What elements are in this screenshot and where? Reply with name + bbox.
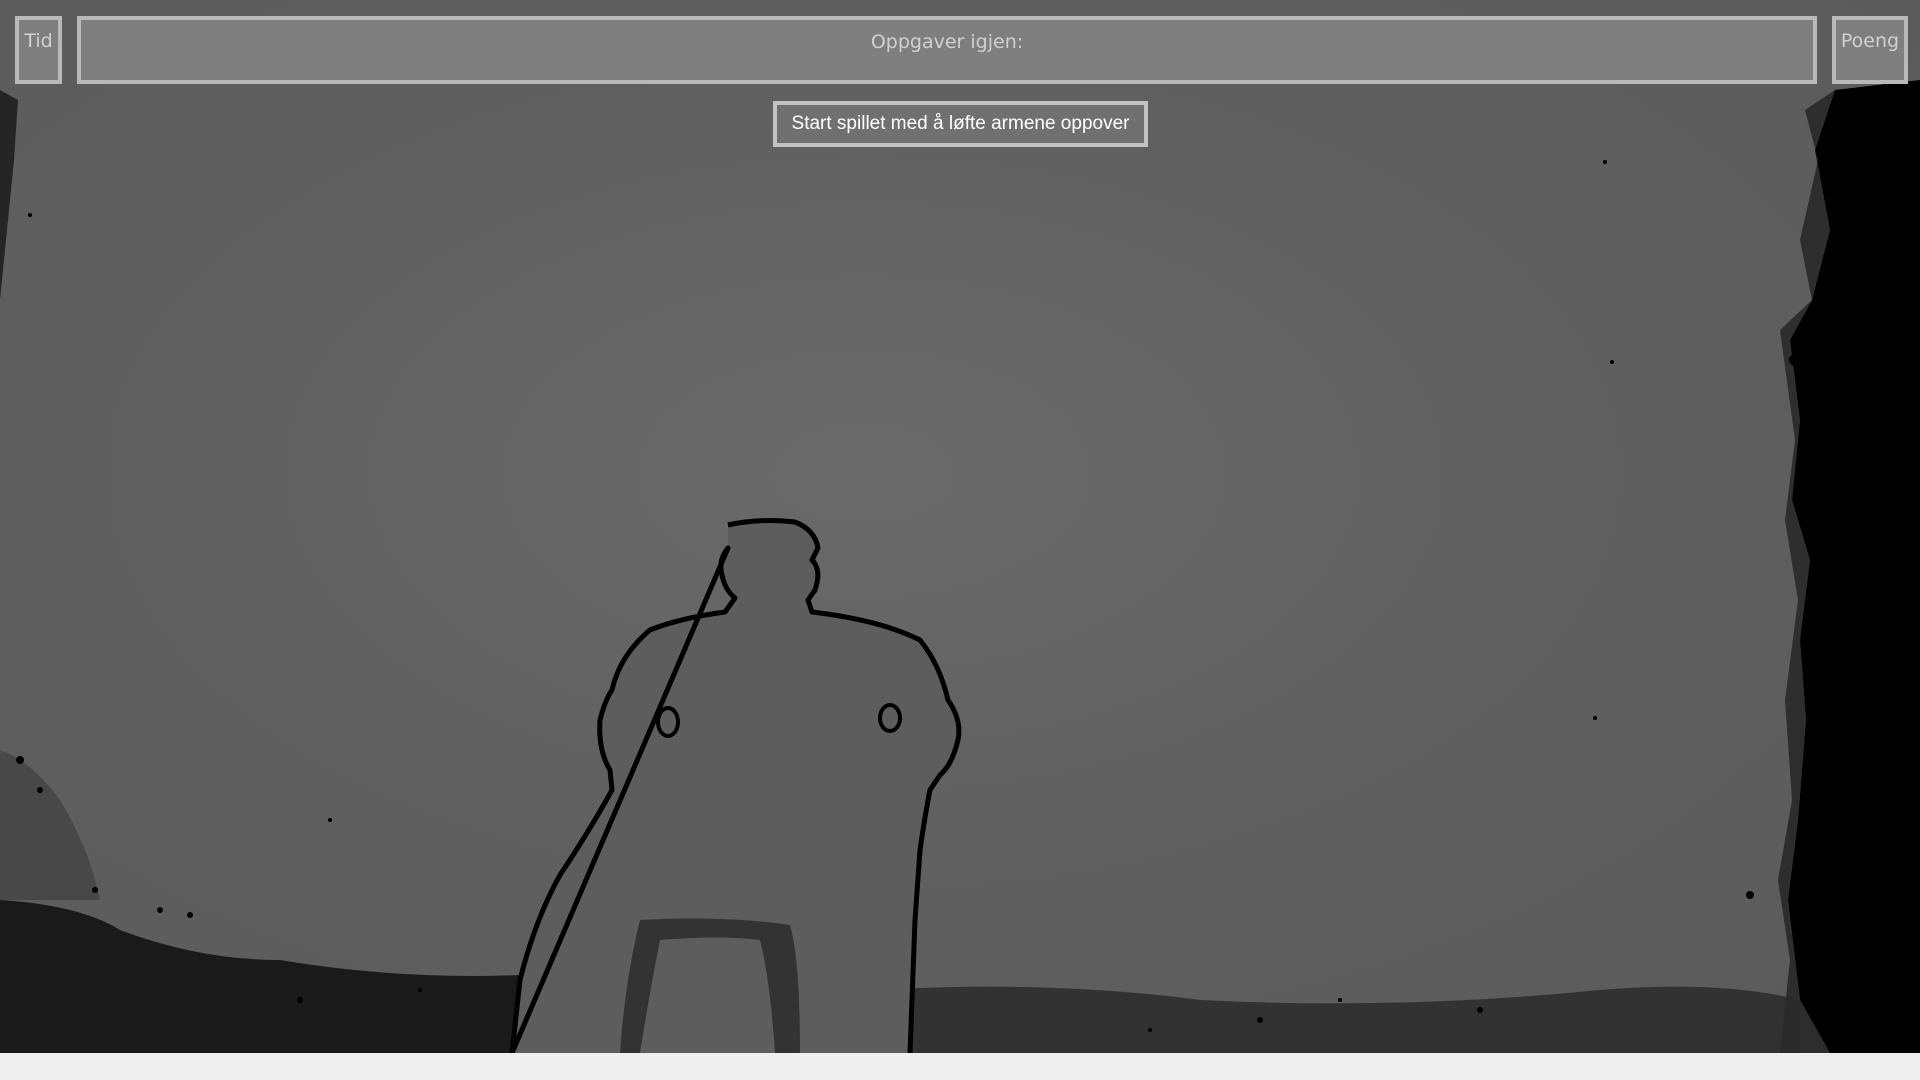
score-label: Poeng xyxy=(1840,30,1900,52)
tasks-remaining-label: Oppgaver igjen: xyxy=(870,31,1024,53)
start-game-button[interactable]: Start spillet med å løfte armene oppover xyxy=(773,101,1148,147)
depth-image xyxy=(0,80,1920,1053)
left-shadow xyxy=(0,90,18,300)
depth-camera-view: Tid Oppgaver igjen: Poeng Start spillet … xyxy=(0,0,1920,1053)
tasks-remaining-display: Oppgaver igjen: xyxy=(77,16,1817,84)
floor-shadow-right xyxy=(880,986,1800,1053)
score-display: Poeng xyxy=(1832,16,1908,84)
window-bottom-strip xyxy=(0,1053,1920,1080)
person-silhouette xyxy=(509,518,962,1053)
time-display: Tid xyxy=(15,16,62,84)
time-label: Tid xyxy=(24,30,53,52)
floor-shadow xyxy=(0,900,520,1053)
left-lower-shadow xyxy=(0,750,100,900)
